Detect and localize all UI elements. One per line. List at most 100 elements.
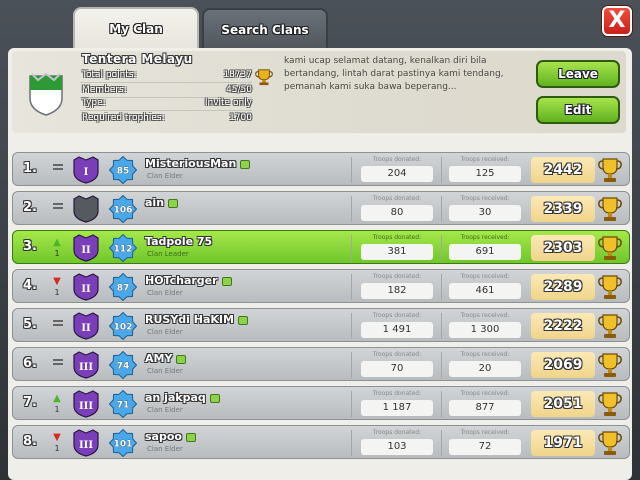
member-row[interactable]: 7. ▲ 1 III 71 an jakpaq Clan Elder Troops donat… (12, 386, 630, 420)
rank-change: ▲ 1 (51, 393, 63, 415)
chat-icon (168, 198, 179, 208)
rank-change: ▲ 1 (51, 237, 63, 259)
troops-received-label: Troops received: (460, 429, 510, 436)
troops-received-label: Troops received: (460, 312, 510, 319)
member-trophies: 2222 (531, 313, 595, 339)
xp-level-icon: 112 (109, 234, 137, 262)
member-row[interactable]: 1. I 85 MisteriousMan Clan Elder Troops donat… (12, 152, 630, 186)
member-name-text: HOTcharger (145, 274, 218, 287)
chat-icon (209, 393, 220, 403)
svg-text:II: II (81, 323, 91, 334)
member-row[interactable]: 5. II 102 RUSYdi HaKIM Clan Elder Troops dona… (12, 308, 630, 342)
trophy-icon (598, 236, 622, 260)
divider (351, 352, 352, 378)
member-name-text: RUSYdi HaKIM (145, 313, 234, 326)
trophy-icon (598, 197, 622, 221)
troops-received-label: Troops received: (460, 234, 510, 241)
league-badge-icon: III (73, 429, 99, 457)
member-row[interactable]: 4. ▼ 1 II 87 HOTcharger Clan Elder Troops donat… (12, 269, 630, 303)
member-trophies: 2442 (531, 157, 595, 183)
svg-text:III: III (79, 362, 93, 373)
divider (80, 82, 252, 83)
troops-received-value: 877 (449, 400, 521, 416)
member-role: Clan Elder (147, 445, 183, 453)
rank-change: ▼ 1 (51, 432, 63, 454)
rank-unchanged-icon (53, 359, 63, 361)
divider (351, 313, 352, 339)
trophy-icon (598, 314, 622, 338)
member-role: Clan Leader (147, 250, 189, 258)
leave-button[interactable]: Leave (536, 60, 620, 88)
member-rank: 1. (23, 161, 37, 176)
clan-badge-icon (29, 72, 63, 116)
league-badge-icon: II (73, 234, 99, 262)
troops-donated-value: 1 187 (361, 400, 433, 416)
troops-received: Troops received: 691 (443, 233, 527, 263)
troops-received-label: Troops received: (460, 195, 510, 202)
svg-text:II: II (81, 284, 91, 295)
member-rank: 5. (23, 317, 37, 332)
rank-unchanged-icon (53, 203, 63, 205)
rank-change-count: 1 (54, 288, 60, 297)
member-row[interactable]: 6. III 74 AMY Clan Elder Troops donated: 70 Tro… (12, 347, 630, 381)
chat-icon (240, 159, 251, 169)
troops-received: Troops received: 1 300 (443, 311, 527, 341)
rank-change-count: 1 (54, 249, 60, 258)
troops-donated: Troops donated: 182 (355, 272, 439, 302)
member-row[interactable]: 8. ▼ 1 III 101 sapoo Clan Elder Troops donated:… (12, 425, 630, 459)
member-trophies: 2051 (531, 391, 595, 417)
xp-level-icon: 101 (109, 429, 137, 457)
divider (441, 157, 442, 183)
chat-icon (221, 276, 232, 286)
stat-value: Invite only (204, 98, 252, 108)
troops-donated-value: 1 491 (361, 322, 433, 338)
svg-text:106: 106 (114, 206, 133, 216)
member-name: Tadpole 75 (145, 235, 212, 248)
league-badge-icon: III (73, 351, 99, 379)
member-name: ain (145, 196, 179, 209)
member-trophies: 2289 (531, 274, 595, 300)
divider (351, 196, 352, 222)
rank-up-icon: ▲ (53, 393, 61, 404)
tab-my-clan[interactable]: My Clan (73, 7, 199, 51)
troops-received: Troops received: 30 (443, 194, 527, 224)
tab-search-clans[interactable]: Search Clans (202, 8, 328, 50)
svg-text:71: 71 (117, 401, 130, 411)
member-name: MisteriousMan (145, 157, 251, 170)
troops-received-label: Troops received: (460, 351, 510, 358)
league-badge-icon: III (73, 390, 99, 418)
member-name: RUSYdi HaKIM (145, 313, 248, 326)
trophy-icon (598, 431, 622, 455)
troops-donated-value: 381 (361, 244, 433, 260)
stat-label: Members: (82, 85, 127, 95)
member-name-text: an jakpaq (145, 391, 206, 404)
divider (351, 235, 352, 261)
member-rank: 6. (23, 356, 37, 371)
member-role: Clan Elder (147, 328, 183, 336)
troops-received-label: Troops received: (460, 390, 510, 397)
member-rank: 3. (23, 239, 37, 254)
troops-received-label: Troops received: (460, 273, 510, 280)
troops-donated-label: Troops donated: (372, 429, 422, 436)
member-name-text: Tadpole 75 (145, 235, 213, 248)
divider (351, 391, 352, 417)
xp-level-icon: 85 (109, 156, 137, 184)
edit-button[interactable]: Edit (536, 96, 620, 124)
close-button[interactable]: X (602, 6, 632, 36)
divider (441, 391, 442, 417)
troops-donated-label: Troops donated: (372, 390, 422, 397)
rank-unchanged-icon (53, 164, 63, 166)
member-row[interactable]: 3. ▲ 1 II 112 Tadpole 75 Clan Leader Troops don… (12, 230, 630, 264)
troops-received: Troops received: 125 (443, 155, 527, 185)
troops-donated-label: Troops donated: (372, 234, 422, 241)
member-trophies: 2069 (531, 352, 595, 378)
member-name-text: AMY (145, 352, 173, 365)
troops-received-value: 125 (449, 166, 521, 182)
troops-donated-value: 80 (361, 205, 433, 221)
troops-received-value: 30 (449, 205, 521, 221)
member-name-text: ain (145, 196, 165, 209)
member-role: Clan Elder (147, 367, 183, 375)
member-row[interactable]: 2. 106 ain Troops donated: 80 Troops received… (12, 191, 630, 225)
trophy-icon (598, 275, 622, 299)
svg-text:III: III (79, 440, 93, 451)
